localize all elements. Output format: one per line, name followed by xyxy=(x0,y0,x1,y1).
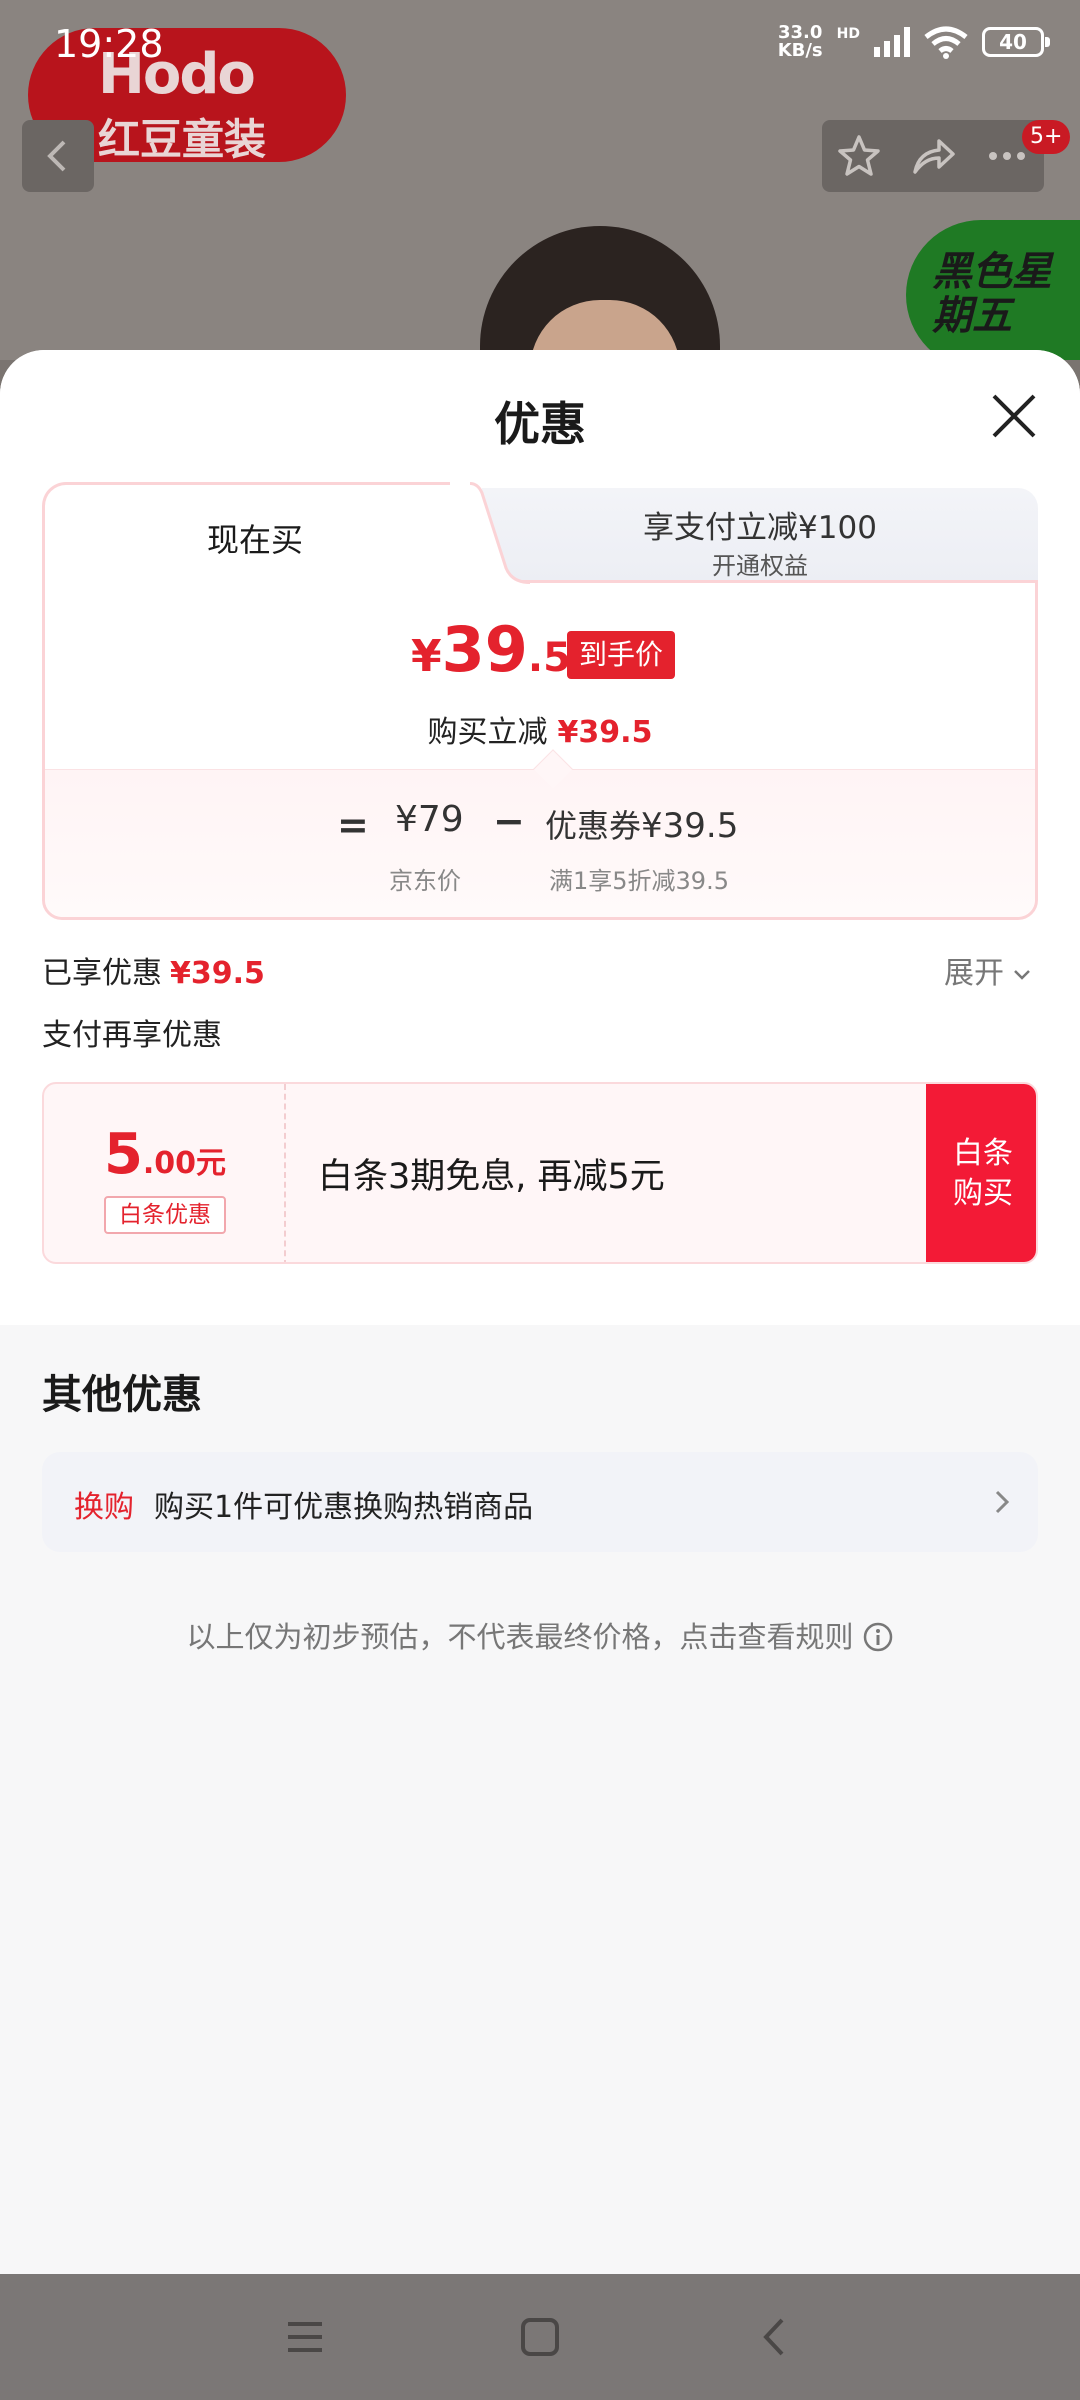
signal-icon xyxy=(874,27,910,57)
baitiao-buy-line1: 白条 xyxy=(953,1136,1013,1171)
promo-badge-text: 黑色星期五 xyxy=(932,249,1052,339)
jd-price-label: 京东价 xyxy=(389,867,461,895)
baitiao-buy-button[interactable]: 白条 购买 xyxy=(926,1084,1036,1262)
network-speed-unit: KB/s xyxy=(777,40,823,61)
other-offers-title: 其他优惠 xyxy=(42,1372,202,1418)
close-button[interactable] xyxy=(988,390,1040,442)
price-formula-area xyxy=(45,769,1035,917)
formula-equals: = xyxy=(337,803,369,847)
exchange-offer-row[interactable]: 换购 购买1件可优惠换购热销商品 xyxy=(42,1452,1038,1552)
tab-buy-now[interactable]: 现在买 xyxy=(42,482,482,584)
info-icon xyxy=(863,1622,892,1652)
pay-more-heading: 支付再享优惠 xyxy=(42,1018,222,1053)
system-nav-bar xyxy=(0,2274,1080,2400)
coupon-amount: ¥39.5 xyxy=(641,806,739,846)
expand-label: 展开 xyxy=(944,956,1004,991)
top-action-group xyxy=(822,120,1044,192)
final-price: ¥39.5 xyxy=(411,613,571,686)
nav-back-icon[interactable] xyxy=(750,2312,800,2362)
price-rules-link[interactable]: 以上仅为初步预估，不代表最终价格，点击查看规则 xyxy=(0,1614,1080,1656)
back-button[interactable] xyxy=(22,120,94,192)
baitiao-amount: 5.00元 xyxy=(44,1122,286,1187)
hd-label: HD xyxy=(836,26,860,42)
chevron-right-icon xyxy=(995,1490,1010,1514)
home-icon[interactable] xyxy=(515,2312,565,2362)
enjoyed-label: 已享优惠 xyxy=(42,956,162,991)
final-price-tag: 到手价 xyxy=(567,631,676,679)
coupon-desc: 满1享5折减39.5 xyxy=(549,867,729,895)
discount-sheet: 优惠 享支付立减¥100 开通权益 ¥39.5 到手价 购买立减 ¥39.5 =… xyxy=(0,350,1080,2274)
baitiao-amount-big: 5 xyxy=(103,1122,143,1187)
battery-icon: 40 xyxy=(982,27,1050,57)
share-icon[interactable] xyxy=(909,132,957,180)
close-icon xyxy=(992,394,1036,438)
coupon-value: 优惠券¥39.5 xyxy=(545,801,738,847)
final-price-decimal: .5 xyxy=(527,635,571,681)
network-speed: 33.0 KB/s xyxy=(778,24,823,60)
price-card-body: ¥39.5 到手价 购买立减 ¥39.5 = ¥79 − 优惠券¥39.5 京东价… xyxy=(42,580,1038,920)
menu-icon[interactable] xyxy=(280,2312,330,2362)
tab-pay-discount-label: 享支付立减¥100 xyxy=(643,510,877,546)
coupon-label: 优惠券 xyxy=(545,807,642,845)
disclaimer-text: 以上仅为初步预估，不代表最终价格，点击查看规则 xyxy=(186,1620,854,1654)
back-icon xyxy=(47,140,66,172)
tab-buy-now-label: 现在买 xyxy=(206,521,303,559)
final-price-currency: ¥ xyxy=(411,631,442,682)
baitiao-buy-line2: 购买 xyxy=(953,1176,1013,1211)
tab-pay-discount-sublabel: 开通权益 xyxy=(712,552,808,580)
exchange-tag: 换购 xyxy=(74,1490,134,1525)
baitiao-amount-area: 5.00元 白条优惠 xyxy=(44,1084,286,1262)
baitiao-tag: 白条优惠 xyxy=(104,1196,226,1234)
baitiao-amount-small: .00元 xyxy=(142,1146,227,1181)
enjoyed-discount: 已享优惠 ¥39.5 xyxy=(42,948,265,992)
brand-logo-cn: 红豆童装 xyxy=(98,115,267,164)
star-icon[interactable] xyxy=(835,132,883,180)
notification-badge: 5+ xyxy=(1022,120,1071,154)
chevron-down-icon xyxy=(1014,969,1030,980)
jd-price: ¥79 xyxy=(395,799,464,840)
promo-badge: 黑色星期五 xyxy=(906,220,1080,360)
reduce-line: 购买立减 ¥39.5 xyxy=(45,707,1035,751)
wifi-icon xyxy=(924,26,968,59)
status-bar: 19:28 33.0 KB/s HD 40 xyxy=(0,0,1080,92)
status-time: 19:28 xyxy=(54,22,164,66)
enjoyed-amount: ¥39.5 xyxy=(170,956,265,991)
baitiao-offer-card[interactable]: 5.00元 白条优惠 白条3期免息, 再减5元 白条 购买 xyxy=(42,1082,1038,1264)
status-indicators: 33.0 KB/s HD 40 xyxy=(778,24,1050,60)
exchange-text: 购买1件可优惠换购热销商品 xyxy=(154,1490,534,1525)
expand-button[interactable]: 展开 xyxy=(944,948,1034,992)
price-card: 享支付立减¥100 开通权益 ¥39.5 到手价 购买立减 ¥39.5 = ¥79… xyxy=(42,482,1038,920)
reduce-amount: ¥39.5 xyxy=(557,715,653,750)
sheet-top-section: 优惠 享支付立减¥100 开通权益 ¥39.5 到手价 购买立减 ¥39.5 =… xyxy=(0,350,1080,1325)
reduce-label: 购买立减 xyxy=(427,715,548,750)
formula-minus: − xyxy=(493,799,525,843)
baitiao-description: 白条3期免息, 再减5元 xyxy=(318,1157,665,1197)
final-price-integer: 39 xyxy=(441,613,528,686)
sheet-title: 优惠 xyxy=(494,397,586,451)
